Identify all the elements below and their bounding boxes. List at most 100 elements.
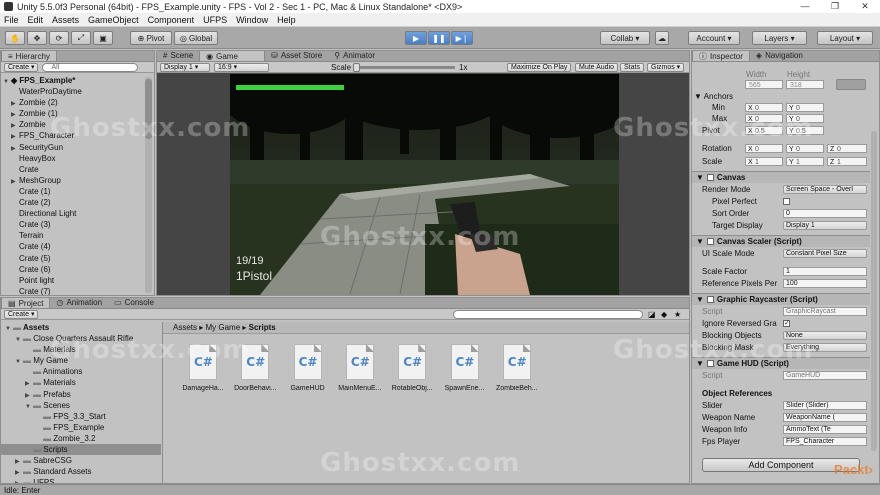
tab-animation[interactable]: ◷ Animation: [50, 298, 109, 308]
project-folder-item[interactable]: ▼ ▬ Close Quarters Assault Rifle: [1, 333, 161, 344]
graphic-raycaster-header[interactable]: ▼ Graphic Raycaster (Script): [692, 293, 870, 305]
foldout-arrow-icon[interactable]: ▼: [696, 295, 704, 304]
blocking-objects-dropdown[interactable]: None: [783, 331, 867, 340]
hierarchy-item[interactable]: Crate (2): [3, 197, 143, 208]
hierarchy-item[interactable]: Crate (4): [3, 241, 143, 252]
expand-arrow-icon[interactable]: ▼: [5, 324, 13, 335]
width-field[interactable]: 565: [745, 80, 783, 89]
mute-audio-toggle[interactable]: Mute Audio: [575, 63, 619, 72]
script-file-tile[interactable]: C# RotableObj...: [390, 344, 434, 402]
scale-factor-field[interactable]: 1: [783, 267, 867, 276]
project-search-input[interactable]: [453, 310, 643, 319]
project-folder-item[interactable]: ▬ Animations: [1, 366, 161, 377]
pivot-y-field[interactable]: Y 0.5: [786, 126, 824, 135]
script-file-tile[interactable]: C# SpawnEne...: [443, 344, 487, 402]
hierarchy-search-input[interactable]: All: [42, 62, 139, 72]
rect-tool-button[interactable]: ▣: [93, 31, 113, 45]
script-file-tile[interactable]: C# MainMenuE...: [338, 344, 382, 402]
hierarchy-item[interactable]: Crate (1): [3, 186, 143, 197]
canvas-scaler-enabled-checkbox[interactable]: [706, 238, 714, 245]
script-file-tile[interactable]: C# DamageHa...: [181, 344, 225, 402]
hierarchy-item[interactable]: Crate (3): [3, 219, 143, 230]
scale-x-field[interactable]: X1: [745, 157, 783, 166]
aspect-dropdown[interactable]: 16:9 ▾: [214, 62, 269, 72]
tab-project[interactable]: ▤ Project: [1, 298, 51, 308]
slider-ref-field[interactable]: Slider (Slider): [783, 401, 867, 410]
hierarchy-item[interactable]: Terrain: [3, 230, 143, 241]
rotate-tool-button[interactable]: ⟳: [49, 31, 69, 45]
game-viewport[interactable]: 19/19 1Pistol: [157, 74, 689, 295]
render-mode-dropdown[interactable]: Screen Space - Overl: [783, 185, 867, 194]
hierarchy-item[interactable]: Crate: [3, 164, 143, 175]
display-dropdown[interactable]: Display 1 ▾: [160, 62, 210, 72]
weapon-info-field[interactable]: AmmoText (Te: [783, 425, 867, 434]
ui-scale-mode-dropdown[interactable]: Constant Pixel Size: [783, 249, 867, 258]
ref-ppu-field[interactable]: 100: [783, 279, 867, 288]
tab-asset-store[interactable]: ⛁ Asset Store: [265, 51, 329, 61]
blocking-mask-dropdown[interactable]: Everything: [783, 343, 867, 352]
hierarchy-item[interactable]: Crate (5): [3, 253, 143, 264]
minimize-button[interactable]: —: [790, 0, 820, 13]
favorite-star-icon[interactable]: ★: [674, 310, 681, 319]
foldout-arrow-icon[interactable]: ▼: [696, 359, 704, 368]
stats-toggle[interactable]: Stats: [620, 63, 644, 72]
pivot-x-field[interactable]: X 0.5: [745, 126, 783, 135]
layout-dropdown[interactable]: Layout ▾: [817, 31, 873, 45]
hierarchy-item[interactable]: Point light: [3, 275, 143, 286]
project-folder-item[interactable]: ▶ ▬ Prefabs: [1, 389, 161, 400]
min-y-field[interactable]: Y0: [786, 103, 824, 112]
scale-z-field[interactable]: Z1: [827, 157, 867, 166]
filter-label-icon[interactable]: ◆: [661, 310, 667, 319]
weapon-name-field[interactable]: WeaponName (: [783, 413, 867, 422]
project-folder-item[interactable]: ▶ ▬ Materials: [1, 377, 161, 388]
menu-ufps[interactable]: UFPS: [203, 15, 227, 25]
project-folder-item[interactable]: ▶▬ UFPS: [1, 477, 161, 483]
height-field[interactable]: 318: [786, 80, 824, 89]
hierarchy-item[interactable]: Crate (6): [3, 264, 143, 275]
account-dropdown[interactable]: Account ▾: [688, 31, 740, 45]
hierarchy-scroll-thumb[interactable]: [145, 79, 152, 139]
tab-inspector[interactable]: ⓘ Inspector: [692, 51, 750, 61]
script-file-tile[interactable]: C# ZombieBeh...: [495, 344, 539, 402]
breadcrumb-assets[interactable]: Assets: [173, 323, 197, 332]
tab-game[interactable]: ◉ Game: [199, 51, 266, 61]
project-folder-item[interactable]: ▶ ▬ SabreCSG: [1, 455, 161, 466]
pause-button[interactable]: ❚❚: [428, 31, 450, 45]
max-x-field[interactable]: X0: [745, 114, 783, 123]
scale-y-field[interactable]: Y1: [786, 157, 824, 166]
gizmos-dropdown[interactable]: Gizmos ▾: [647, 63, 685, 72]
filter-type-icon[interactable]: ◪: [648, 310, 656, 319]
play-button[interactable]: ▶: [405, 31, 427, 45]
project-folder-item[interactable]: ▼ ▬ My Game: [1, 355, 161, 366]
anchors-foldout[interactable]: ▼ Anchors: [694, 91, 733, 102]
expand-arrow-icon[interactable]: ▼: [3, 77, 11, 88]
hierarchy-item[interactable]: ▶ Zombie (2): [3, 97, 143, 108]
hierarchy-item[interactable]: ▶ MeshGroup: [3, 175, 143, 186]
hand-tool-button[interactable]: ✋: [5, 31, 25, 45]
project-folder-item[interactable]: ▬ Scripts: [1, 444, 161, 456]
close-button[interactable]: ✕: [850, 0, 880, 13]
menu-gameobject[interactable]: GameObject: [88, 15, 139, 25]
menu-window[interactable]: Window: [236, 15, 268, 25]
sort-order-field[interactable]: 0: [783, 209, 867, 218]
foldout-arrow-icon[interactable]: ▼: [696, 173, 704, 182]
ignore-reversed-checkbox[interactable]: ✓: [783, 320, 790, 327]
hierarchy-item[interactable]: WaterProDaytime: [3, 86, 143, 97]
layers-dropdown[interactable]: Layers ▾: [752, 31, 807, 45]
scale-tool-button[interactable]: ⤢: [71, 31, 91, 45]
inspector-scrollbar[interactable]: [871, 131, 877, 451]
raycaster-enabled-checkbox[interactable]: [706, 296, 714, 303]
tab-scene[interactable]: # Scene: [157, 51, 200, 61]
scene-root[interactable]: ▼ ◆ FPS_Example*: [3, 75, 143, 86]
project-create-button[interactable]: Create ▾: [4, 309, 39, 319]
hierarchy-item[interactable]: ▶ Zombie: [3, 119, 143, 130]
game-render[interactable]: 19/19 1Pistol: [230, 74, 619, 295]
maximize-on-play-toggle[interactable]: Maximize On Play: [507, 63, 572, 72]
hierarchy-item[interactable]: ▶ FPS_Character: [3, 130, 143, 141]
menu-component[interactable]: Component: [148, 15, 195, 25]
hierarchy-item[interactable]: ▶ Zombie (1): [3, 108, 143, 119]
raycaster-script-field[interactable]: GraphicRaycast: [783, 307, 867, 316]
collab-dropdown[interactable]: Collab ▾: [600, 31, 650, 45]
hierarchy-item[interactable]: Directional Light: [3, 208, 143, 219]
min-x-field[interactable]: X0: [745, 103, 783, 112]
